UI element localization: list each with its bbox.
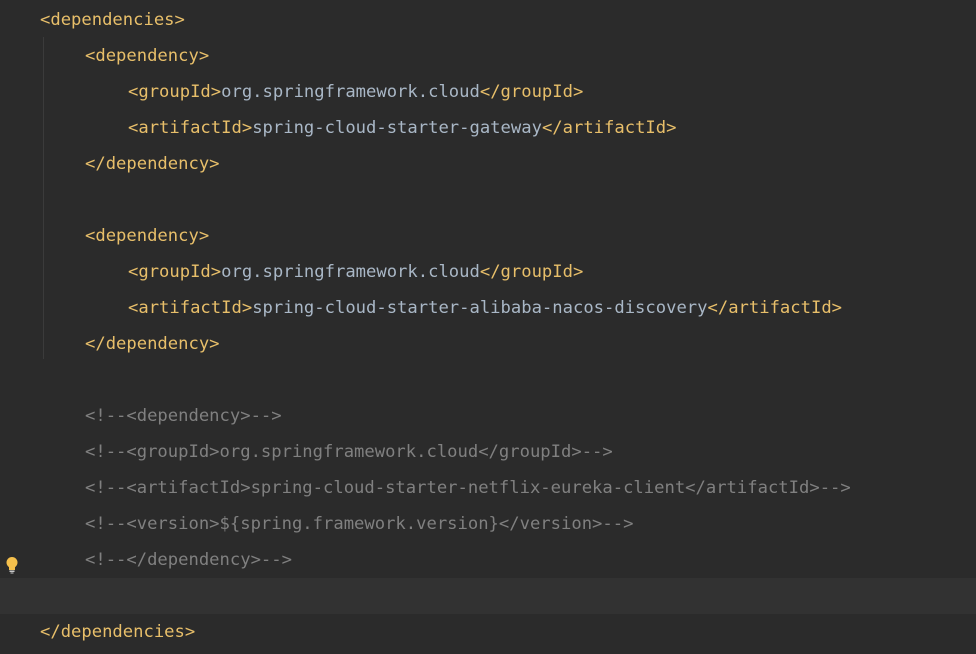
code-line[interactable]: <artifactId>spring-cloud-starter-gateway…: [0, 110, 976, 146]
code-line[interactable]: <dependencies>: [0, 2, 976, 38]
code-line[interactable]: <dependency>: [0, 218, 976, 254]
line-content: <!--<artifactId>spring-cloud-starter-net…: [85, 470, 851, 506]
xml-tag: </dependency>: [85, 154, 220, 174]
xml-comment: <!--<groupId>org.springframework.cloud</…: [85, 442, 613, 462]
code-editor[interactable]: <dependencies> <dependency> <groupId>org.s…: [0, 0, 976, 654]
line-content: <!--<dependency>-->: [85, 398, 282, 434]
line-content: <!--<groupId>org.springframework.cloud</…: [85, 434, 613, 470]
code-line[interactable]: </dependency>: [0, 326, 976, 362]
xml-text: org.springframework.cloud: [221, 82, 480, 102]
code-line[interactable]: <dependency>: [0, 38, 976, 74]
code-line[interactable]: <!--<dependency>-->: [0, 398, 976, 434]
line-content: </dependency>: [85, 326, 220, 362]
xml-tag: <groupId>: [128, 82, 222, 102]
xml-text: spring-cloud-starter-alibaba-nacos-disco…: [252, 298, 708, 318]
xml-tag: </groupId>: [479, 82, 584, 102]
current-line[interactable]: [0, 578, 976, 614]
xml-text: org.springframework.cloud: [221, 262, 480, 282]
xml-comment: <!--<version>${spring.framework.version}…: [85, 514, 634, 534]
xml-tag: <dependency>: [85, 226, 210, 246]
xml-tag: </dependency>: [85, 334, 220, 354]
code-line[interactable]: [0, 182, 976, 218]
xml-tag: <groupId>: [128, 262, 222, 282]
code-line[interactable]: <groupId>org.springframework.cloud</grou…: [0, 254, 976, 290]
xml-tag: </artifactId>: [707, 298, 843, 318]
line-content: <!--<version>${spring.framework.version}…: [85, 506, 633, 542]
line-content: <dependencies>: [40, 2, 185, 38]
line-content: <artifactId>spring-cloud-starter-gateway…: [128, 110, 676, 146]
code-line[interactable]: <!--</dependency>-->: [0, 542, 976, 578]
xml-tag: <artifactId>: [128, 118, 253, 138]
code-line[interactable]: </dependency>: [0, 146, 976, 182]
line-content: </dependency>: [85, 146, 220, 182]
line-content: <dependency>: [85, 38, 209, 74]
line-content: <groupId>org.springframework.cloud</grou…: [128, 74, 583, 110]
line-content: </dependencies>: [40, 614, 195, 650]
xml-tag: </groupId>: [479, 262, 584, 282]
xml-comment: <!--<dependency>-->: [85, 406, 282, 426]
code-line[interactable]: </dependencies>: [0, 614, 976, 650]
lightbulb-icon[interactable]: [5, 556, 19, 574]
line-content: <artifactId>spring-cloud-starter-alibaba…: [128, 290, 842, 326]
xml-tag: <dependency>: [85, 46, 210, 66]
line-content: <groupId>org.springframework.cloud</grou…: [128, 254, 583, 290]
code-line[interactable]: [0, 362, 976, 398]
xml-comment: <!--<artifactId>spring-cloud-starter-net…: [85, 478, 851, 498]
xml-comment: <!--</dependency>-->: [85, 550, 292, 570]
code-line[interactable]: <artifactId>spring-cloud-starter-alibaba…: [0, 290, 976, 326]
xml-tag: <dependencies>: [40, 10, 185, 30]
xml-tag: </artifactId>: [541, 118, 677, 138]
code-line[interactable]: <groupId>org.springframework.cloud</grou…: [0, 74, 976, 110]
xml-tag: </dependencies>: [40, 622, 196, 642]
line-content: <!--</dependency>-->: [85, 542, 292, 578]
xml-tag: <artifactId>: [128, 298, 253, 318]
code-line[interactable]: <!--<version>${spring.framework.version}…: [0, 506, 976, 542]
code-line[interactable]: <!--<groupId>org.springframework.cloud</…: [0, 434, 976, 470]
code-line[interactable]: <!--<artifactId>spring-cloud-starter-net…: [0, 470, 976, 506]
line-content: <dependency>: [85, 218, 209, 254]
xml-text: spring-cloud-starter-gateway: [252, 118, 542, 138]
